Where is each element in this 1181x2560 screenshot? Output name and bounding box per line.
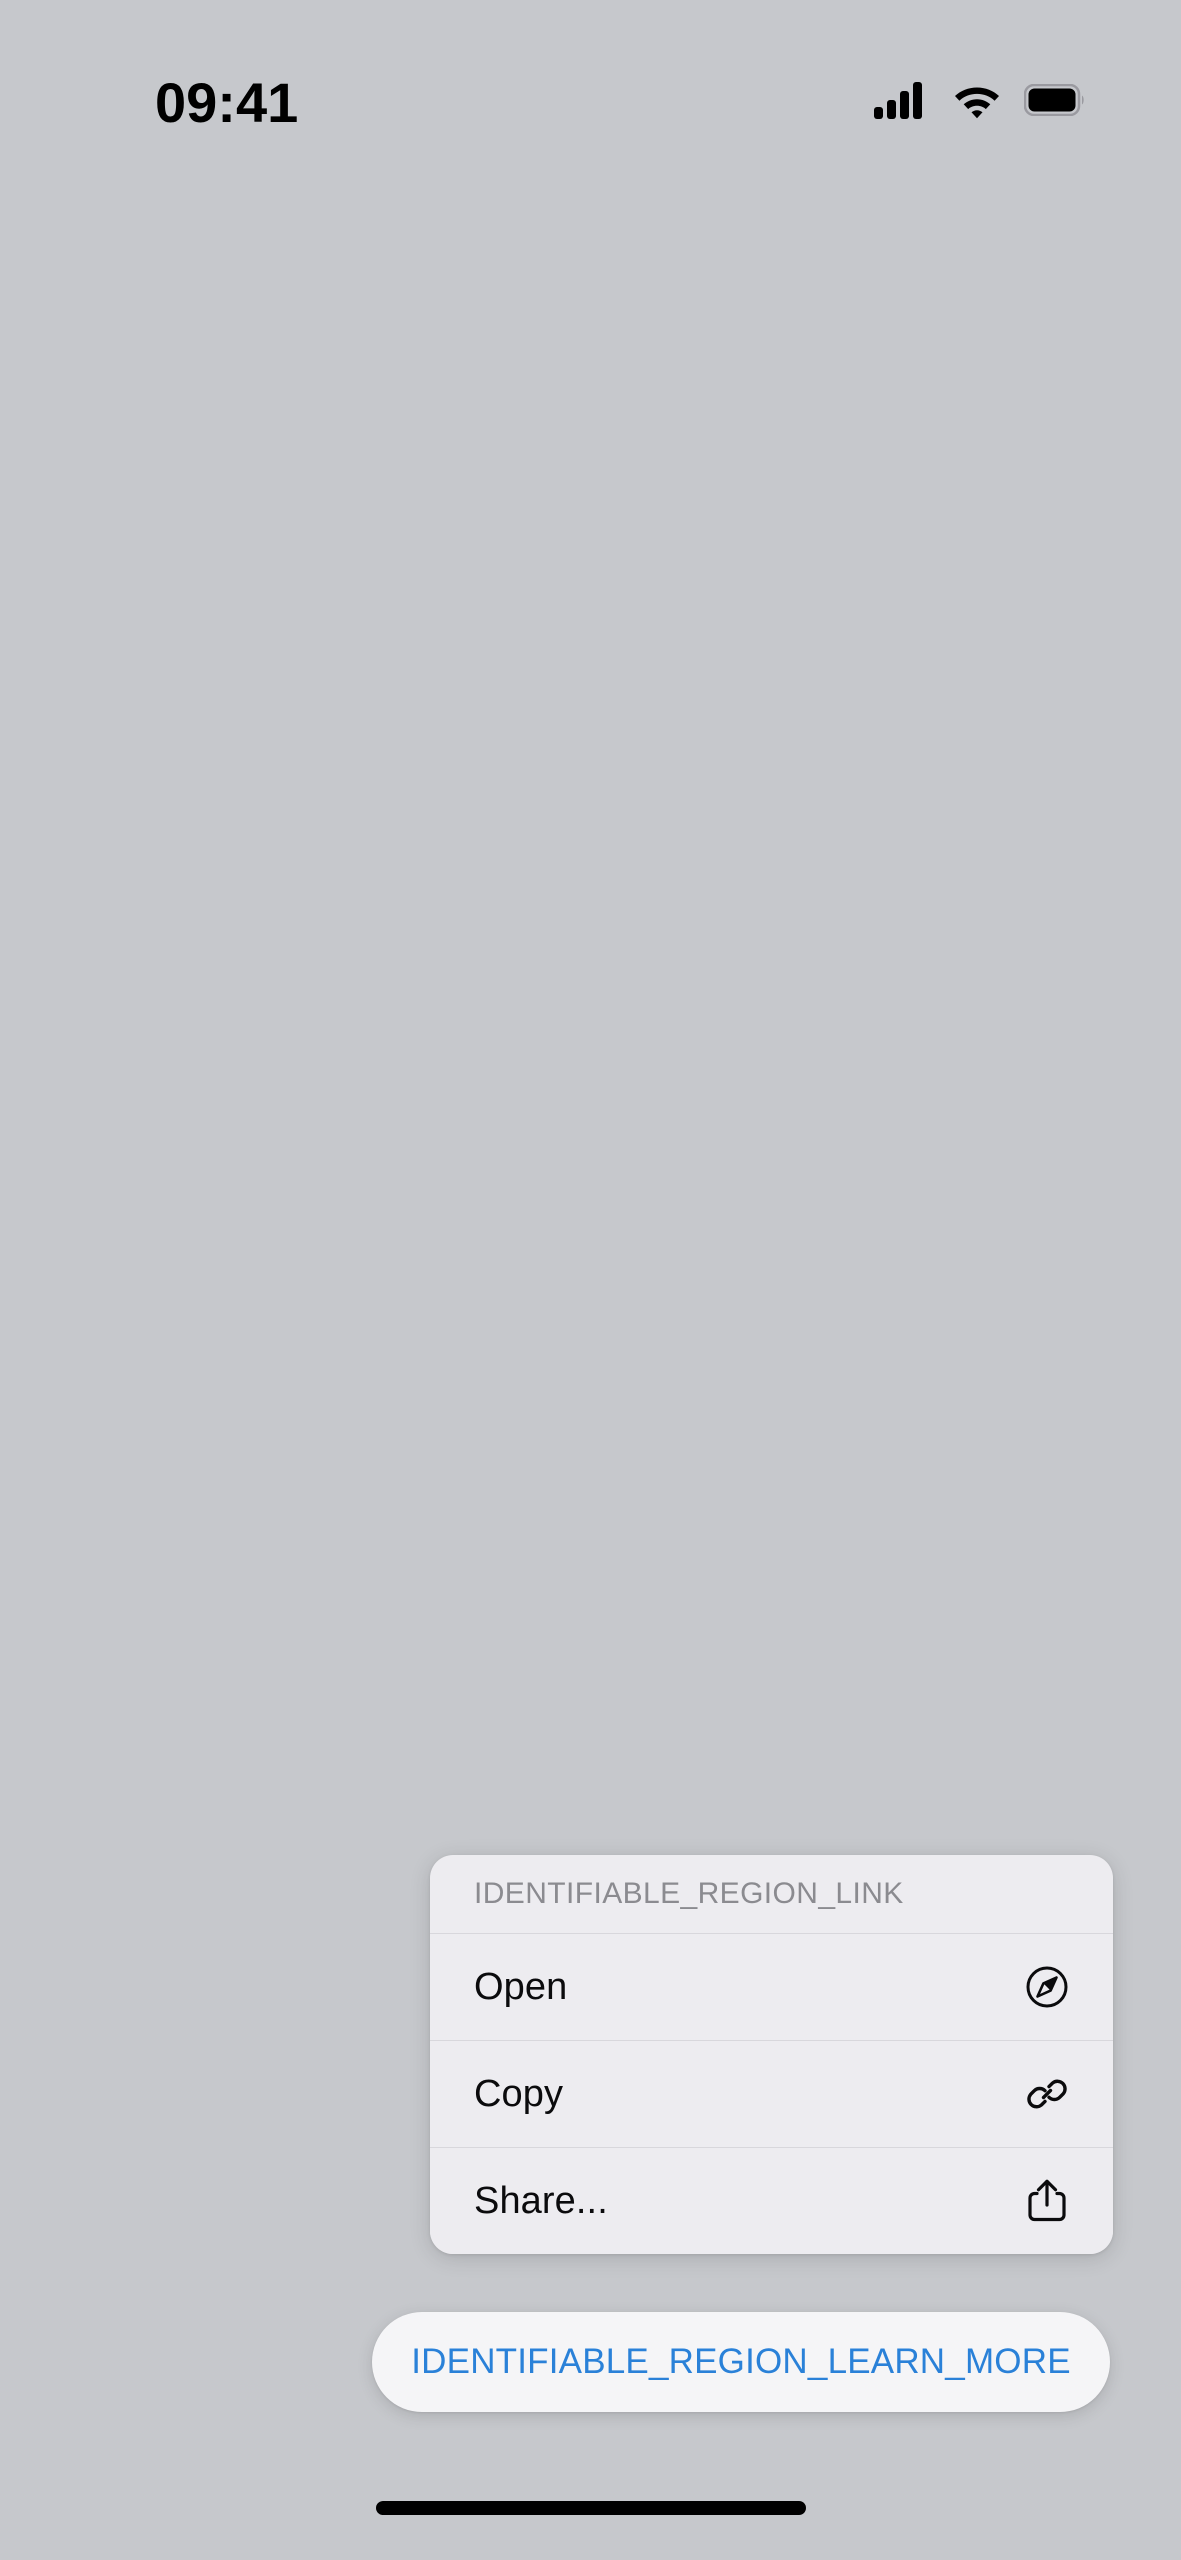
safari-compass-icon xyxy=(1023,1963,1071,2011)
share-icon xyxy=(1023,2177,1071,2225)
context-menu-header: IDENTIFIABLE_REGION_LINK xyxy=(474,1877,904,1910)
learn-more-button[interactable]: IDENTIFIABLE_REGION_LEARN_MORE xyxy=(372,2312,1110,2412)
learn-more-button-label: IDENTIFIABLE_REGION_LEARN_MORE xyxy=(411,2342,1071,2381)
context-menu-item-open[interactable]: Open xyxy=(430,1933,1113,2040)
link-chain-icon xyxy=(1023,2070,1071,2118)
context-menu-item-share-label: Share... xyxy=(474,2179,608,2222)
battery-icon xyxy=(1023,83,1086,121)
link-context-menu: IDENTIFIABLE_REGION_LINK Open Copy Share… xyxy=(430,1855,1113,2254)
cellular-signal-icon xyxy=(874,81,930,124)
status-bar-icons xyxy=(874,81,1086,124)
status-bar-time: 09:41 xyxy=(155,70,299,134)
wifi-icon xyxy=(952,81,1002,124)
context-menu-item-share[interactable]: Share... xyxy=(430,2147,1113,2254)
context-menu-item-copy[interactable]: Copy xyxy=(430,2040,1113,2147)
home-indicator xyxy=(375,2501,806,2515)
context-menu-item-copy-label: Copy xyxy=(474,2072,564,2115)
context-menu-item-open-label: Open xyxy=(474,1965,568,2008)
status-bar: 09:41 xyxy=(0,0,1181,160)
